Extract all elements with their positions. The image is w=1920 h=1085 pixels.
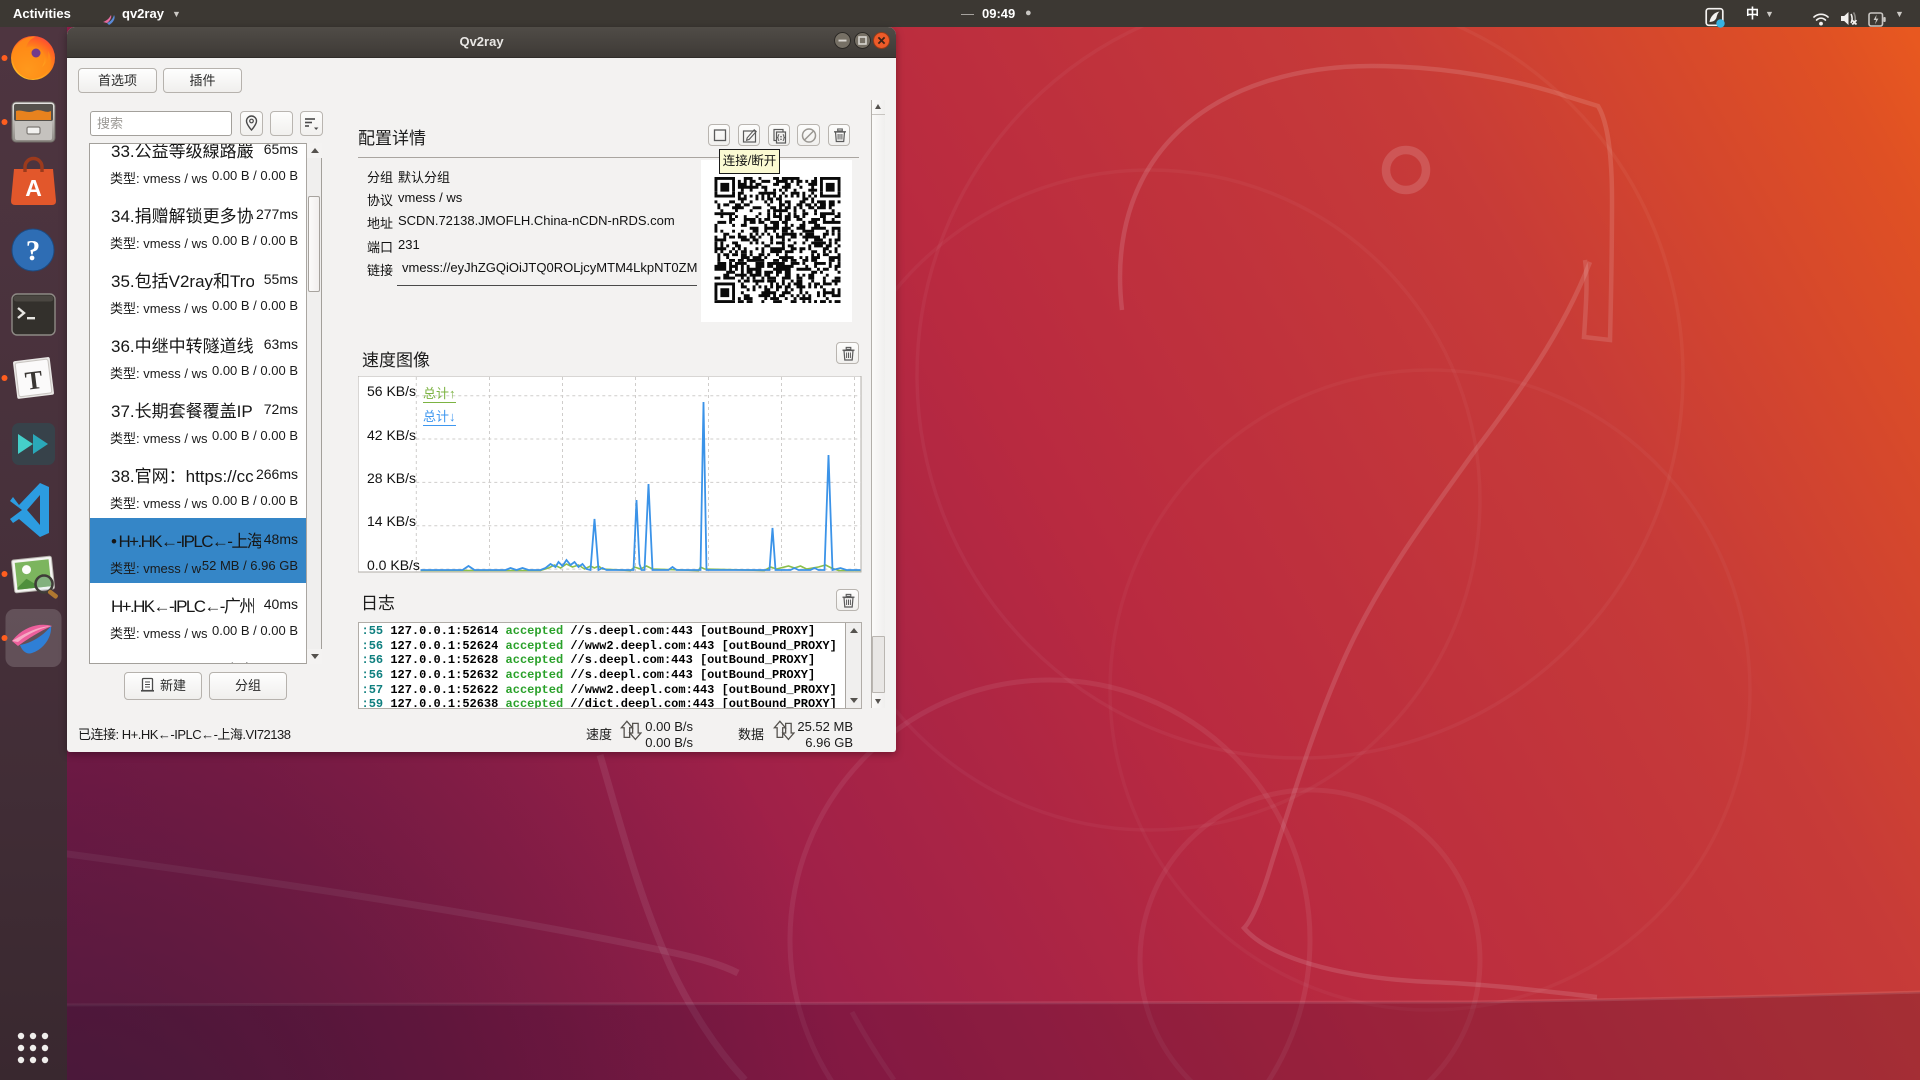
svg-text:T: T [23, 365, 44, 396]
svg-text:?: ? [26, 235, 41, 267]
svg-text:A: A [25, 175, 42, 201]
